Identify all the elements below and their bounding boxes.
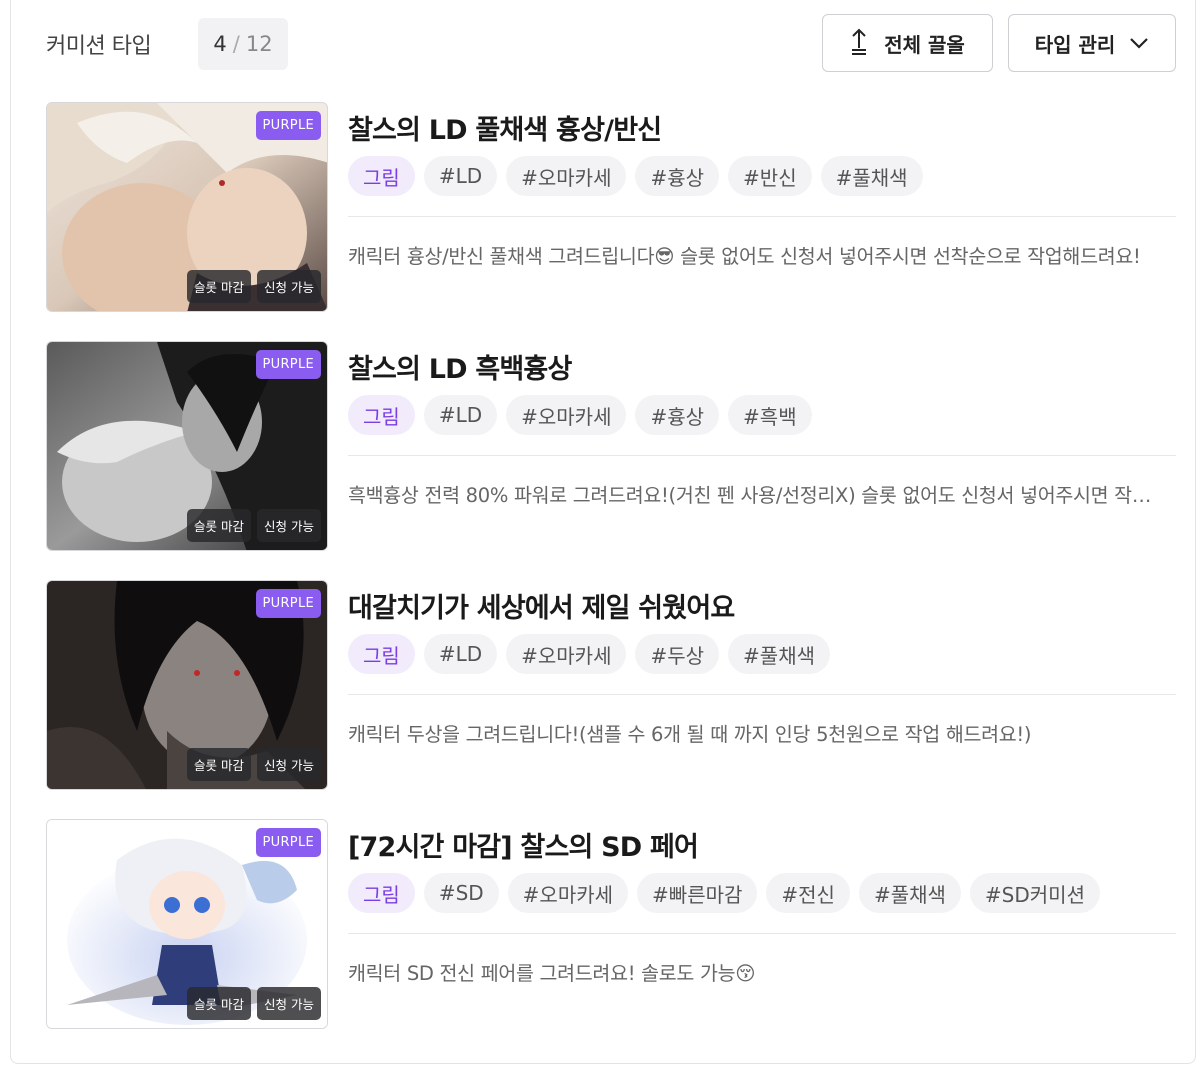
hashtag: #흉상 — [635, 395, 720, 435]
commission-item[interactable]: PURPLE 슬롯 마감 신청 가능 찰스의 LD 흑백흉상 그림 #LD #오… — [46, 341, 1176, 551]
category-tag: 그림 — [348, 634, 415, 674]
pull-all-button[interactable]: 전체 끌올 — [822, 14, 993, 72]
hashtag: #풀채색 — [820, 156, 923, 196]
purple-badge: PURPLE — [255, 111, 321, 140]
hashtag: #오마카세 — [506, 634, 627, 674]
category-tag: 그림 — [348, 156, 415, 196]
commission-description: 흑백흉상 전력 80% 파워로 그려드려요!(거친 펜 사용/선정리X) 슬롯 … — [348, 484, 1166, 507]
hashtag: #흉상 — [635, 156, 720, 196]
hashtag: #SD커미션 — [969, 873, 1100, 913]
hashtag: #전신 — [766, 873, 850, 913]
commission-thumbnail[interactable]: PURPLE 슬롯 마감 신청 가능 — [46, 341, 328, 551]
commission-title[interactable]: 대갈치기가 세상에서 제일 쉬웠어요 — [348, 586, 735, 625]
hashtag: #빠른마감 — [637, 873, 758, 913]
slot-closed-badge: 슬롯 마감 — [187, 987, 252, 1020]
slot-closed-badge: 슬롯 마감 — [187, 509, 252, 542]
tag-list: 그림 #LD #오마카세 #흉상 #흑백 — [348, 395, 812, 435]
commission-type-panel: 커미션 타입 4 / 12 전체 끌올 타입 관리 PURPLE 슬롯 마감 신… — [10, 0, 1196, 1064]
tag-list: 그림 #SD #오마카세 #빠른마감 #전신 #풀채색 #SD커미션 — [348, 873, 1100, 913]
hashtag: #두상 — [635, 634, 720, 674]
type-manage-button[interactable]: 타입 관리 — [1008, 14, 1176, 72]
chevron-down-icon — [1129, 37, 1149, 49]
purple-badge: PURPLE — [255, 589, 321, 618]
tag-list: 그림 #LD #오마카세 #흉상 #반신 #풀채색 — [348, 156, 923, 196]
commission-thumbnail[interactable]: PURPLE 슬롯 마감 신청 가능 — [46, 819, 328, 1029]
commission-description: 캐릭터 두상을 그려드립니다!(샘플 수 6개 될 때 까지 인당 5천원으로 … — [348, 723, 1032, 746]
count-total: 12 — [245, 32, 273, 56]
category-tag: 그림 — [348, 395, 415, 435]
hashtag: #오마카세 — [506, 156, 627, 196]
commission-description: 캐릭터 SD 전신 페어를 그려드려요! 솔로도 가능😚 — [348, 962, 756, 985]
purple-badge: PURPLE — [255, 828, 321, 857]
apply-open-badge: 신청 가능 — [257, 748, 321, 781]
apply-open-badge: 신청 가능 — [257, 270, 321, 303]
hashtag: #LD — [423, 395, 498, 435]
commission-item[interactable]: PURPLE 슬롯 마감 신청 가능 대갈치기가 세상에서 제일 쉬웠어요 그림… — [46, 580, 1176, 790]
commission-title[interactable]: 찰스의 LD 흑백흉상 — [348, 347, 572, 386]
divider — [348, 694, 1176, 695]
commission-title[interactable]: [72시간 마감] 찰스의 SD 페어 — [348, 825, 699, 864]
hashtag: #LD — [423, 156, 498, 196]
hashtag: #풀채색 — [858, 873, 961, 913]
divider — [348, 933, 1176, 934]
commission-thumbnail[interactable]: PURPLE 슬롯 마감 신청 가능 — [46, 102, 328, 312]
commission-description: 캐릭터 흉상/반신 풀채색 그려드립니다😎 슬롯 없어도 신청서 넣어주시면 선… — [348, 245, 1141, 268]
page-title: 커미션 타입 — [46, 34, 152, 59]
divider — [348, 216, 1176, 217]
hashtag: #반신 — [728, 156, 812, 196]
commission-thumbnail[interactable]: PURPLE 슬롯 마감 신청 가능 — [46, 580, 328, 790]
hashtag: #오마카세 — [506, 395, 627, 435]
divider — [348, 455, 1176, 456]
count-current: 4 — [213, 32, 227, 56]
commission-item[interactable]: PURPLE 슬롯 마감 신청 가능 [72시간 마감] 찰스의 SD 페어 그… — [46, 819, 1176, 1029]
commission-title[interactable]: 찰스의 LD 풀채색 흉상/반신 — [348, 108, 662, 147]
upload-icon — [850, 28, 868, 58]
slot-closed-badge: 슬롯 마감 — [187, 270, 252, 303]
purple-badge: PURPLE — [255, 350, 321, 379]
hashtag: #오마카세 — [507, 873, 629, 913]
slot-closed-badge: 슬롯 마감 — [187, 748, 252, 781]
panel-header: 커미션 타입 4 / 12 전체 끌올 타입 관리 — [11, 0, 1197, 88]
apply-open-badge: 신청 가능 — [257, 509, 321, 542]
type-manage-label: 타입 관리 — [1034, 32, 1116, 57]
category-tag: 그림 — [348, 873, 415, 913]
type-count-badge: 4 / 12 — [198, 18, 288, 70]
apply-open-badge: 신청 가능 — [257, 987, 321, 1020]
commission-item[interactable]: PURPLE 슬롯 마감 신청 가능 찰스의 LD 풀채색 흉상/반신 그림 #… — [46, 102, 1176, 312]
hashtag: #LD — [423, 634, 498, 674]
count-separator: / — [232, 32, 240, 56]
hashtag: #흑백 — [728, 395, 812, 435]
tag-list: 그림 #LD #오마카세 #두상 #풀채색 — [348, 634, 831, 674]
hashtag: #풀채색 — [728, 634, 831, 674]
hashtag: #SD — [423, 873, 499, 913]
pull-all-label: 전체 끌올 — [884, 32, 965, 57]
